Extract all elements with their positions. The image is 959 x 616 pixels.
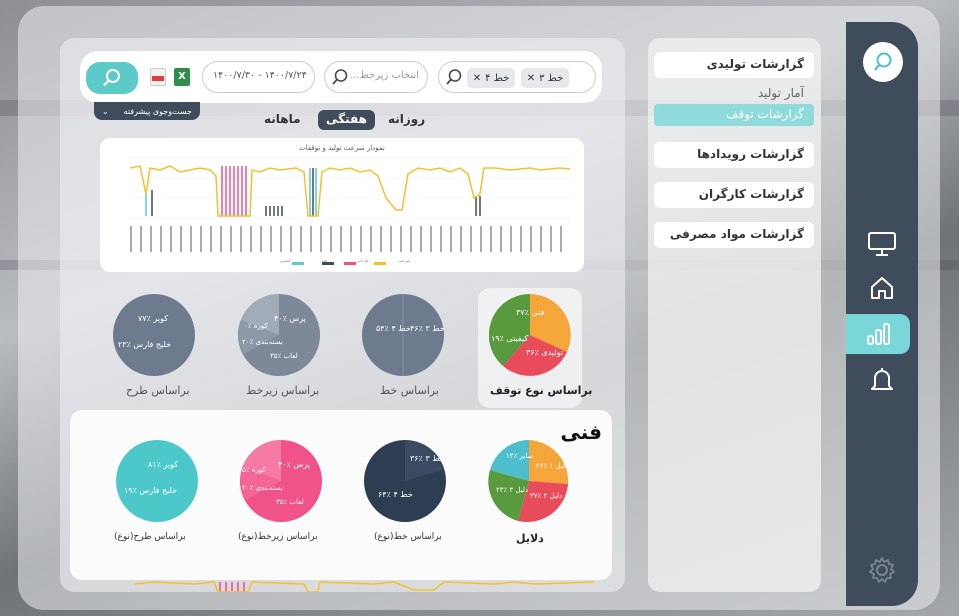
pie-title: براساس طرح(نوع) bbox=[114, 532, 186, 542]
home-icon bbox=[871, 277, 893, 299]
nav-home[interactable] bbox=[846, 268, 918, 308]
pie-slice-label: خط ۴ ٪۵۴ bbox=[376, 324, 411, 333]
nav-monitor[interactable] bbox=[846, 224, 918, 264]
design-stop-bars bbox=[221, 166, 247, 216]
pie-slice-label: خط ۳ ٪۳۶ bbox=[410, 454, 445, 463]
pie-slice-label: بسته‌بندی ٪۲۰ bbox=[242, 484, 283, 492]
pie-title: براساس زیرخط(نوع) bbox=[238, 532, 318, 542]
pie-line-type[interactable] bbox=[364, 440, 446, 522]
close-icon[interactable]: ✕ bbox=[527, 73, 535, 84]
tab-daily[interactable]: روزانه bbox=[380, 110, 433, 130]
pie-slice-label: لعاب ٪۳۵ bbox=[276, 498, 304, 506]
pie-subline[interactable] bbox=[238, 294, 320, 376]
advanced-search-toggle[interactable]: جست‌وجوی پیشرفته ⌄ bbox=[94, 102, 200, 120]
pie-slice-label: کویر ٪۷۷ bbox=[138, 314, 169, 323]
pie-slice-label: پرس ٪۴۰ bbox=[274, 314, 306, 323]
tab-weekly[interactable]: هفتگی bbox=[318, 110, 375, 130]
pie-slice-label: خط ۴ ٪۶۴ bbox=[378, 490, 413, 499]
pie-slice-label: دلیل ۳ ٪۲۳ bbox=[496, 486, 529, 494]
x-axis-ticks bbox=[130, 226, 562, 252]
pie-slice-label: پرس ٪۴۰ bbox=[278, 460, 310, 469]
report-stops[interactable]: گزارشات توقف bbox=[654, 104, 814, 126]
search-icon bbox=[446, 69, 462, 85]
subline-search[interactable]: انتخاب زیرخط... bbox=[324, 61, 428, 93]
pie-title: براساس طرح bbox=[126, 384, 190, 397]
tab-monthly[interactable]: ماهانه bbox=[256, 110, 309, 130]
pie-slice-label: کوره ٪۰ bbox=[244, 322, 268, 330]
pie-slice-label: فنی ٪۳۷ bbox=[516, 308, 545, 317]
chevron-down-icon: ⌄ bbox=[102, 106, 109, 116]
main-panel: خط ۳ ✕ خط ۴ ✕ انتخاب زیرخط... ۱۴۰۰/۷/۳۰ … bbox=[60, 38, 625, 592]
close-icon[interactable]: ✕ bbox=[473, 73, 481, 84]
reports-panel: گزارشات تولیدی آمار تولید گزارشات توقف گ… bbox=[648, 38, 821, 592]
report-events[interactable]: گزارشات رویدادها bbox=[654, 142, 814, 168]
technical-breakdown-card: فنی سایر ٪۱۴ دلیل ۱ ٪۲۶ دلیل ۲ ٪۳۷ دلیل … bbox=[70, 410, 612, 580]
report-materials[interactable]: گزارشات مواد مصرفی bbox=[654, 222, 814, 248]
legend-label: فنی bbox=[320, 258, 327, 263]
search-icon bbox=[332, 69, 348, 85]
bell-icon bbox=[871, 368, 893, 390]
search-icon bbox=[103, 69, 120, 87]
gear-icon bbox=[869, 557, 895, 583]
report-production[interactable]: گزارشات تولیدی bbox=[654, 52, 814, 78]
pie-slice-label: خلیج فارس ٪۱۹ bbox=[124, 486, 178, 495]
pie-slice-label: دلیل ۱ ٪۲۶ bbox=[536, 462, 569, 470]
date-range-value: ۱۴۰۰/۷/۳۰ - ۱۴۰۰/۷/۲۴ bbox=[213, 70, 307, 81]
nav-settings[interactable] bbox=[846, 550, 918, 590]
monitor-icon bbox=[868, 232, 896, 256]
pie-title: براساس نوع توقف bbox=[490, 384, 593, 397]
line-selector[interactable]: خط ۳ ✕ خط ۴ ✕ bbox=[438, 61, 596, 93]
speed-line bbox=[129, 165, 571, 217]
line-tag[interactable]: خط ۳ ✕ bbox=[521, 68, 569, 88]
legend-label: سرعت bbox=[398, 258, 410, 263]
pie-title: دلایل bbox=[516, 532, 544, 545]
stop-line-chart-card: نمودار سرعت تولید و توقفات سرعت طراحی فن… bbox=[100, 138, 584, 272]
nav-notifications[interactable] bbox=[846, 360, 918, 400]
excel-icon[interactable]: X bbox=[174, 68, 190, 86]
subline-placeholder: انتخاب زیرخط... bbox=[349, 70, 419, 81]
quality-stop-bars bbox=[145, 168, 317, 216]
pie-title: براساس خط(نوع) bbox=[374, 532, 442, 542]
pie-subline-type[interactable] bbox=[240, 440, 322, 522]
bar-chart-icon bbox=[867, 323, 890, 345]
line-tag-label: خط ۳ bbox=[539, 72, 564, 84]
filter-bar: خط ۳ ✕ خط ۴ ✕ انتخاب زیرخط... ۱۴۰۰/۷/۳۰ … bbox=[80, 51, 602, 103]
pie-line[interactable] bbox=[362, 294, 444, 376]
line-tag[interactable]: خط ۴ ✕ bbox=[467, 68, 515, 88]
pie-slice-label: سایر ٪۱۴ bbox=[506, 452, 534, 460]
pie-slice-label: دلیل ۲ ٪۳۷ bbox=[530, 492, 563, 500]
pie-slice-label: خلیج فارس ٪۲۳ bbox=[118, 340, 172, 349]
pie-design-type[interactable] bbox=[116, 440, 198, 522]
pie-slice-label: کویر ٪۸۱ bbox=[148, 460, 179, 469]
line-chart bbox=[128, 157, 571, 265]
report-workers[interactable]: گزارشات کارگران bbox=[654, 182, 814, 208]
nav-search-button[interactable] bbox=[863, 42, 903, 82]
legend-label: طراحی bbox=[356, 258, 369, 263]
legend-label: کیفیتی bbox=[280, 258, 291, 263]
secondary-chart-preview bbox=[134, 581, 594, 592]
report-production-stats[interactable]: آمار تولید bbox=[654, 86, 814, 100]
search-button[interactable] bbox=[86, 62, 138, 94]
chart-legend: سرعت طراحی فنی کیفیتی bbox=[280, 258, 410, 263]
search-icon bbox=[874, 52, 892, 71]
pie-title: براساس زیرخط bbox=[246, 384, 320, 397]
advanced-search-label: جست‌وجوی پیشرفته bbox=[123, 106, 192, 116]
pie-slice-label: بسته‌بندی ٪۲۰ bbox=[242, 338, 283, 346]
nav-reports[interactable] bbox=[846, 314, 910, 354]
date-range-field[interactable]: ۱۴۰۰/۷/۳۰ - ۱۴۰۰/۷/۲۴ bbox=[202, 61, 315, 93]
pdf-icon[interactable] bbox=[150, 68, 166, 86]
side-navbar bbox=[846, 22, 918, 606]
line-tag-label: خط ۴ bbox=[485, 72, 510, 84]
pie-slice-label: خط ۳ ٪۴۶ bbox=[410, 324, 445, 333]
pie-slice-label: لعاب ٪۳۵ bbox=[270, 352, 298, 360]
pie-slice-label: کیفیتی ٪۱۹ bbox=[491, 334, 529, 343]
pie-title: براساس خط bbox=[380, 384, 439, 397]
pie-slice-label: تولیدی ٪۳۶ bbox=[526, 348, 564, 357]
pie-slice-label: کوره ٪۵ bbox=[242, 466, 266, 474]
pie-design[interactable] bbox=[113, 294, 195, 376]
